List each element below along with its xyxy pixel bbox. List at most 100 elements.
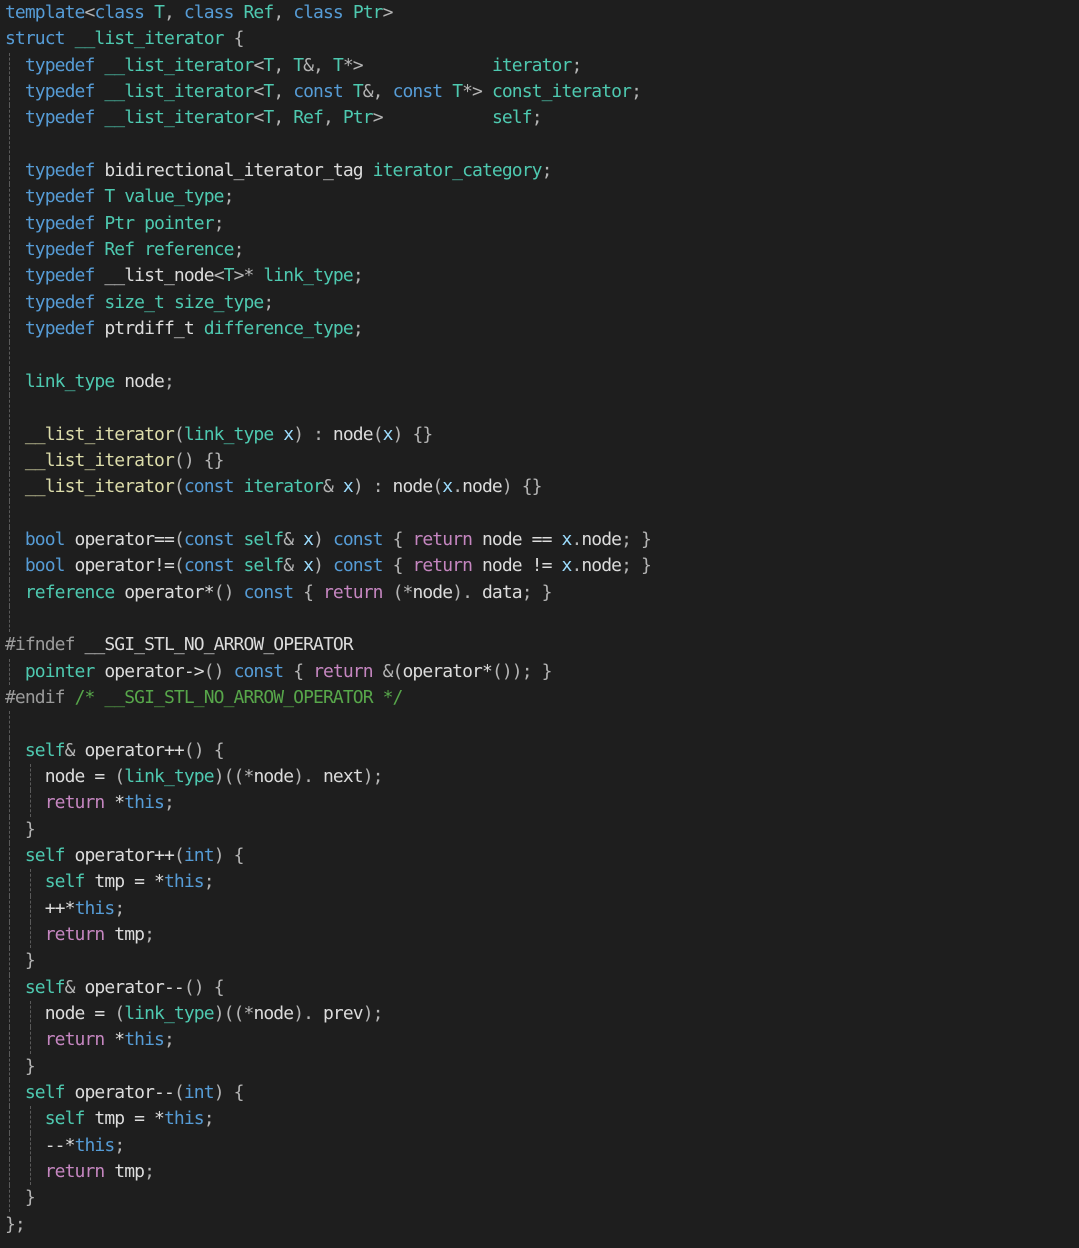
code-token: {: [233, 28, 245, 50]
code-token: {: [233, 845, 245, 866]
indent-guide: [9, 948, 10, 975]
code-token: <: [84, 2, 96, 23]
code-line[interactable]: __list_iterator(link_type x) : node(x) {…: [5, 421, 651, 448]
code-line[interactable]: [5, 711, 651, 738]
code-line[interactable]: [5, 605, 651, 633]
code-token: };: [5, 1213, 26, 1235]
code-token: ;: [164, 1029, 175, 1051]
code-line[interactable]: struct __list_iterator {: [5, 26, 651, 52]
code-token: (: [173, 476, 185, 498]
code-line[interactable]: self operator++(int) {: [5, 843, 651, 870]
code-line[interactable]: typedef Ptr pointer;: [5, 210, 651, 238]
code-token: *>: [342, 54, 364, 76]
code-token: reference: [24, 581, 115, 603]
code-line[interactable]: [5, 395, 651, 422]
code-line[interactable]: [5, 342, 651, 369]
code-line[interactable]: typedef __list_iterator<T, T&, T*> itera…: [5, 52, 651, 80]
code-line[interactable]: #endif /* __SGI_STL_NO_ARROW_OPERATOR */: [5, 685, 651, 711]
code-line[interactable]: __list_iterator() {}: [5, 447, 651, 475]
code-line[interactable]: typedef bidirectional_iterator_tag itera…: [5, 158, 651, 185]
code-line[interactable]: template<class T, class Ref, class Ptr>: [5, 0, 651, 26]
code-line[interactable]: typedef ptrdiff_t difference_type;: [5, 316, 651, 343]
code-line[interactable]: [5, 131, 651, 159]
code-line[interactable]: }: [5, 816, 651, 843]
code-line[interactable]: pointer operator->() const { return &(op…: [5, 658, 651, 685]
indent-guide: [30, 1106, 31, 1133]
code-token: bool: [24, 528, 66, 550]
code-line[interactable]: ++*this;: [5, 895, 651, 923]
code-token: node: [382, 476, 434, 498]
code-line[interactable]: }: [5, 1185, 651, 1212]
code-token: &: [283, 555, 294, 577]
code-line[interactable]: }: [5, 948, 651, 975]
code-line[interactable]: self& operator--() {: [5, 974, 651, 1002]
code-line[interactable]: typedef __list_iterator<T, const T&, con…: [5, 79, 651, 106]
code-token: x: [303, 528, 314, 550]
code-token: tmp = *: [84, 1108, 164, 1130]
code-token: self: [24, 739, 66, 761]
code-line[interactable]: node = (link_type)((*node). prev);: [5, 1001, 651, 1028]
code-token: const: [183, 528, 235, 550]
code-token: this: [124, 1029, 165, 1051]
code-token: x: [342, 476, 354, 498]
code-token: T: [332, 54, 344, 76]
code-token: class: [94, 2, 145, 23]
code-line[interactable]: __list_iterator(const iterator& x) : nod…: [5, 474, 651, 501]
code-line[interactable]: self tmp = *this;: [5, 1106, 651, 1133]
code-line[interactable]: typedef __list_iterator<T, Ref, Ptr> sel…: [5, 105, 651, 132]
code-token: <: [253, 81, 264, 103]
code-text-area[interactable]: template<class T, class Ref, class Ptr> s…: [5, 0, 652, 1238]
code-editor[interactable]: template<class T, class Ref, class Ptr> s…: [0, 0, 1079, 1248]
code-line[interactable]: link_type node;: [5, 368, 651, 396]
code-line[interactable]: return tmp;: [5, 1159, 651, 1186]
code-token: ): [313, 528, 324, 550]
code-token: operator->: [94, 660, 204, 682]
code-token: tmp: [104, 1161, 145, 1183]
code-line[interactable]: [5, 500, 651, 527]
code-line[interactable]: return *this;: [5, 790, 651, 817]
code-line[interactable]: #ifndef __SGI_STL_NO_ARROW_OPERATOR: [5, 632, 651, 658]
code-token: *: [243, 765, 255, 787]
code-token: ): [501, 476, 513, 498]
code-line[interactable]: typedef __list_node<T>* link_type;: [5, 263, 651, 290]
code-token: const: [243, 581, 295, 603]
code-line[interactable]: node = (link_type)((*node). next);: [5, 763, 651, 791]
code-token: this: [74, 1134, 116, 1156]
code-line[interactable]: bool operator!=(const self& x) const { r…: [5, 553, 652, 580]
code-line[interactable]: self tmp = *this;: [5, 869, 651, 896]
code-line[interactable]: bool operator==(const self& x) const { r…: [5, 526, 652, 554]
code-token: &(: [382, 660, 404, 682]
code-line[interactable]: }: [5, 1053, 651, 1081]
code-token: ).: [452, 581, 482, 603]
code-line[interactable]: --*this;: [5, 1132, 651, 1160]
code-token: ;: [213, 212, 225, 234]
indent-guide: [9, 1106, 10, 1133]
indent-guide: [9, 790, 10, 817]
code-line[interactable]: typedef size_t size_type;: [5, 289, 651, 317]
indent-guide: [9, 1185, 10, 1212]
indent-guide: [9, 474, 10, 501]
code-token: ).: [293, 1003, 323, 1025]
code-line[interactable]: return *this;: [5, 1027, 651, 1054]
code-token: operator!=: [64, 555, 175, 577]
code-line[interactable]: };: [5, 1212, 651, 1238]
code-token: ;: [541, 160, 553, 182]
code-line[interactable]: typedef T value_type;: [5, 184, 651, 211]
code-line[interactable]: return tmp;: [5, 922, 651, 949]
code-line[interactable]: typedef Ref reference;: [5, 237, 651, 264]
code-token: __list_iterator: [24, 449, 175, 471]
code-line[interactable]: self& operator++() {: [5, 737, 651, 764]
code-line[interactable]: reference operator*() const { return (*n…: [5, 579, 651, 606]
code-line[interactable]: self operator--(int) {: [5, 1080, 651, 1107]
code-token: {: [392, 555, 404, 577]
